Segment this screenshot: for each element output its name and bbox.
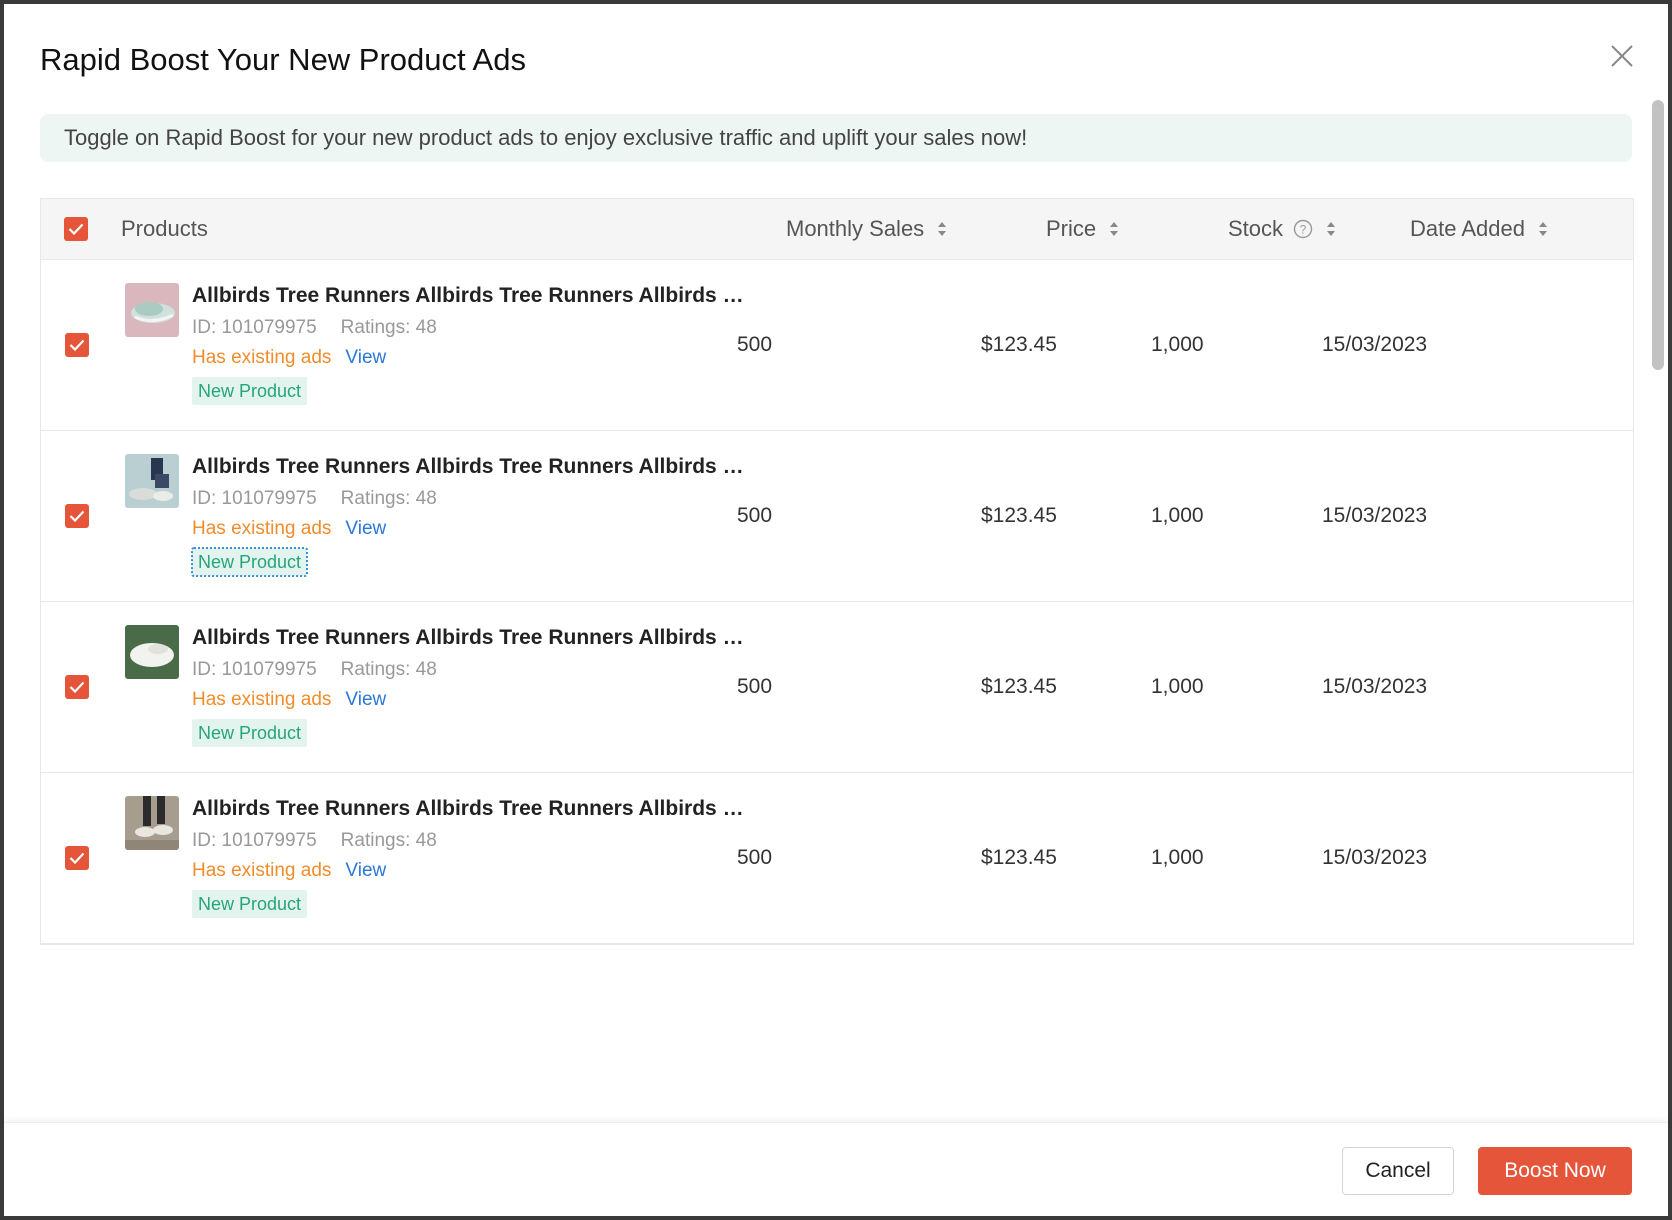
ads-status: Has existing ads View <box>192 518 386 540</box>
info-banner: Toggle on Rapid Boost for your new produ… <box>40 114 1632 162</box>
product-meta: ID: 101079975 Ratings: 48 <box>192 830 437 852</box>
help-icon[interactable]: ? <box>1293 219 1313 239</box>
table-header: Products Monthly Sales Price Stock ? Dat… <box>41 199 1633 260</box>
cancel-button[interactable]: Cancel <box>1342 1147 1454 1195</box>
scrollbar-thumb[interactable] <box>1652 100 1664 370</box>
table-row: Allbirds Tree Runners Allbirds Tree Runn… <box>41 602 1633 773</box>
header-stock-label: Stock <box>1228 216 1284 241</box>
modal-footer: Cancel Boost Now <box>4 1122 1668 1216</box>
product-name[interactable]: Allbirds Tree Runners Allbirds Tree Runn… <box>192 797 752 821</box>
date-added-cell: 15/03/2023 <box>1322 333 1428 356</box>
existing-ads-label: Has existing ads <box>192 860 332 881</box>
monthly-sales-cell: 500 <box>737 504 773 527</box>
sort-icon[interactable] <box>936 220 948 238</box>
product-thumbnail <box>125 454 179 508</box>
product-id: ID: 101079975 <box>192 317 317 338</box>
product-ratings: Ratings: 48 <box>340 659 437 680</box>
header-date-added[interactable]: Date Added <box>1410 199 1549 259</box>
product-id: ID: 101079975 <box>192 830 317 851</box>
checkmark-icon <box>69 852 85 864</box>
product-ratings: Ratings: 48 <box>340 830 437 851</box>
svg-text:?: ? <box>1300 223 1307 237</box>
select-all-cell <box>64 199 88 259</box>
date-added-cell: 15/03/2023 <box>1322 675 1428 698</box>
sort-icon[interactable] <box>1108 220 1120 238</box>
row-checkbox[interactable] <box>65 333 89 357</box>
product-id: ID: 101079975 <box>192 659 317 680</box>
table-row: Allbirds Tree Runners Allbirds Tree Runn… <box>41 773 1633 944</box>
checkmark-icon <box>68 223 84 235</box>
existing-ads-label: Has existing ads <box>192 518 332 539</box>
product-meta: ID: 101079975 Ratings: 48 <box>192 659 437 681</box>
header-date-added-label: Date Added <box>1410 216 1525 241</box>
date-added-cell: 15/03/2023 <box>1322 504 1428 527</box>
product-name[interactable]: Allbirds Tree Runners Allbirds Tree Runn… <box>192 626 752 650</box>
new-product-badge: New Product <box>192 890 308 918</box>
sort-icon[interactable] <box>1537 220 1549 238</box>
header-monthly-sales[interactable]: Monthly Sales <box>786 199 948 259</box>
rapid-boost-modal: Rapid Boost Your New Product Ads Toggle … <box>4 4 1668 1216</box>
view-ads-link[interactable]: View <box>345 347 386 368</box>
price-cell: $123.45 <box>981 846 1057 869</box>
header-price[interactable]: Price <box>1046 199 1120 259</box>
checkmark-icon <box>69 510 85 522</box>
products-table: Products Monthly Sales Price Stock ? Dat… <box>40 198 1634 945</box>
new-product-badge: New Product <box>190 547 309 577</box>
product-meta: ID: 101079975 Ratings: 48 <box>192 317 437 339</box>
product-thumbnail <box>125 796 179 850</box>
header-products-label: Products <box>121 216 208 241</box>
modal-title: Rapid Boost Your New Product Ads <box>40 42 526 77</box>
existing-ads-label: Has existing ads <box>192 347 332 368</box>
view-ads-link[interactable]: View <box>345 689 386 710</box>
price-cell: $123.45 <box>981 675 1057 698</box>
ads-status: Has existing ads View <box>192 347 386 369</box>
close-button[interactable] <box>1608 42 1636 70</box>
price-cell: $123.45 <box>981 333 1057 356</box>
select-all-checkbox[interactable] <box>64 217 88 241</box>
checkmark-icon <box>69 681 85 693</box>
new-product-badge: New Product <box>192 377 308 405</box>
date-added-cell: 15/03/2023 <box>1322 846 1428 869</box>
product-thumbnail <box>125 283 179 337</box>
product-ratings: Ratings: 48 <box>340 317 437 338</box>
ads-status: Has existing ads View <box>192 860 386 882</box>
existing-ads-label: Has existing ads <box>192 689 332 710</box>
view-ads-link[interactable]: View <box>345 518 386 539</box>
header-stock[interactable]: Stock ? <box>1228 199 1337 259</box>
row-checkbox[interactable] <box>65 675 89 699</box>
ads-status: Has existing ads View <box>192 689 386 711</box>
monthly-sales-cell: 500 <box>737 675 773 698</box>
product-meta: ID: 101079975 Ratings: 48 <box>192 488 437 510</box>
product-thumbnail <box>125 625 179 679</box>
row-checkbox[interactable] <box>65 504 89 528</box>
product-id: ID: 101079975 <box>192 488 317 509</box>
header-price-label: Price <box>1046 216 1097 241</box>
monthly-sales-cell: 500 <box>737 333 773 356</box>
product-name[interactable]: Allbirds Tree Runners Allbirds Tree Runn… <box>192 455 752 479</box>
new-product-badge: New Product <box>192 719 308 747</box>
boost-now-button[interactable]: Boost Now <box>1478 1147 1632 1195</box>
sort-icon[interactable] <box>1325 220 1337 238</box>
stock-cell: 1,000 <box>1151 333 1204 356</box>
stock-cell: 1,000 <box>1151 675 1204 698</box>
modal-body[interactable]: Toggle on Rapid Boost for your new produ… <box>4 98 1668 1122</box>
header-products: Products <box>121 199 208 259</box>
checkmark-icon <box>69 339 85 351</box>
header-monthly-sales-label: Monthly Sales <box>786 216 925 241</box>
stock-cell: 1,000 <box>1151 846 1204 869</box>
view-ads-link[interactable]: View <box>345 860 386 881</box>
stock-cell: 1,000 <box>1151 504 1204 527</box>
scrollbar[interactable] <box>1652 98 1664 1122</box>
price-cell: $123.45 <box>981 504 1057 527</box>
close-icon <box>1611 45 1633 67</box>
product-ratings: Ratings: 48 <box>340 488 437 509</box>
table-row: Allbirds Tree Runners Allbirds Tree Runn… <box>41 431 1633 602</box>
monthly-sales-cell: 500 <box>737 846 773 869</box>
product-name[interactable]: Allbirds Tree Runners Allbirds Tree Runn… <box>192 284 752 308</box>
row-checkbox[interactable] <box>65 846 89 870</box>
table-row: Allbirds Tree Runners Allbirds Tree Runn… <box>41 260 1633 431</box>
